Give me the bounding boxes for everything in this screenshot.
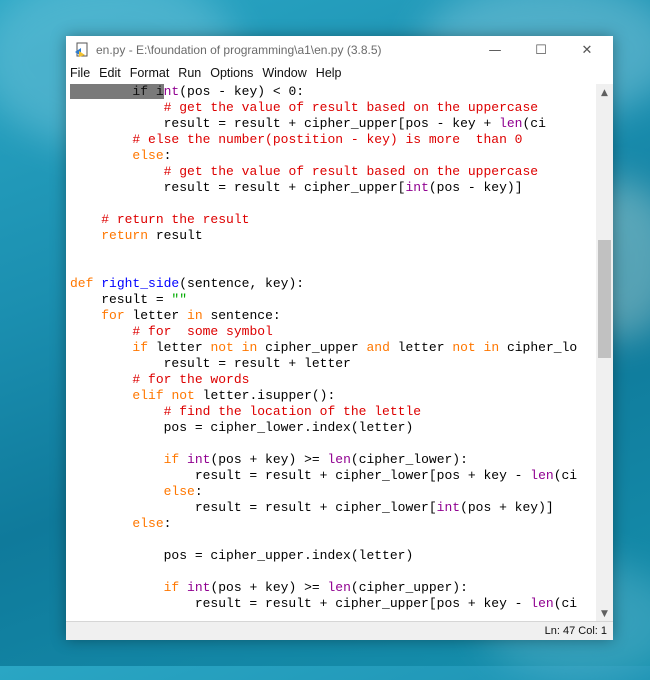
code-line[interactable]: result = result + cipher_lower[pos + key… <box>66 468 596 484</box>
idle-editor-window: en.py - E:\foundation of programming\a1\… <box>66 36 613 640</box>
code-line[interactable] <box>66 260 596 276</box>
code-line[interactable]: # get the value of result based on the u… <box>66 100 596 116</box>
window-title: en.py - E:\foundation of programming\a1\… <box>96 43 382 57</box>
menu-bar: File Edit Format Run Options Window Help <box>66 64 613 82</box>
code-line[interactable]: result = result + cipher_upper[int(pos -… <box>66 180 596 196</box>
scroll-thumb[interactable] <box>598 240 611 358</box>
code-line[interactable]: result = result + cipher_upper[pos - key… <box>66 116 596 132</box>
code-line[interactable] <box>66 196 596 212</box>
menu-help[interactable]: Help <box>316 66 342 80</box>
code-line[interactable]: else: <box>66 516 596 532</box>
code-line[interactable]: # for the words <box>66 372 596 388</box>
vertical-scrollbar[interactable]: ▲ ▼ <box>596 84 613 622</box>
code-line[interactable]: pos = cipher_lower.index(letter) <box>66 420 596 436</box>
minimize-button[interactable]: — <box>473 36 517 64</box>
code-line[interactable] <box>66 436 596 452</box>
code-line[interactable]: result = result + letter <box>66 356 596 372</box>
code-line[interactable]: if int(pos - key) < 0: <box>66 84 596 100</box>
scroll-down-arrow-icon[interactable]: ▼ <box>596 605 613 622</box>
code-line[interactable]: pos = cipher_upper.index(letter) <box>66 548 596 564</box>
code-line[interactable]: result = "" <box>66 292 596 308</box>
code-editor[interactable]: if int(pos - key) < 0: # get the value o… <box>66 84 613 622</box>
code-line[interactable]: else: <box>66 148 596 164</box>
code-line[interactable]: return result <box>66 228 596 244</box>
code-line[interactable]: # for some symbol <box>66 324 596 340</box>
code-line[interactable]: result = result + cipher_lower[int(pos +… <box>66 500 596 516</box>
scroll-up-arrow-icon[interactable]: ▲ <box>596 84 613 101</box>
code-line[interactable]: def right_side(sentence, key): <box>66 276 596 292</box>
menu-run[interactable]: Run <box>178 66 201 80</box>
status-bar: Ln: 47 Col: 1 <box>66 621 613 640</box>
code-line[interactable]: # find the location of the lettle <box>66 404 596 420</box>
code-line[interactable] <box>66 532 596 548</box>
code-line[interactable]: # else the number(postition - key) is mo… <box>66 132 596 148</box>
code-line[interactable]: result = result + cipher_upper[pos + key… <box>66 596 596 612</box>
cursor-position: Ln: 47 Col: 1 <box>544 625 607 637</box>
title-bar[interactable]: en.py - E:\foundation of programming\a1\… <box>66 36 613 64</box>
code-line[interactable]: # return the result <box>66 212 596 228</box>
code-line[interactable]: # get the value of result based on the u… <box>66 164 596 180</box>
code-line[interactable]: else: <box>66 484 596 500</box>
python-file-icon <box>74 42 90 58</box>
code-line[interactable]: if int(pos + key) >= len(cipher_lower): <box>66 452 596 468</box>
code-line[interactable] <box>66 564 596 580</box>
menu-edit[interactable]: Edit <box>99 66 121 80</box>
menu-file[interactable]: File <box>70 66 90 80</box>
code-line[interactable]: for letter in sentence: <box>66 308 596 324</box>
code-text-area[interactable]: if int(pos - key) < 0: # get the value o… <box>66 84 596 622</box>
maximize-button[interactable]: ☐ <box>519 36 563 64</box>
close-button[interactable]: ✕ <box>565 36 609 64</box>
menu-options[interactable]: Options <box>210 66 253 80</box>
code-line[interactable]: if int(pos + key) >= len(cipher_upper): <box>66 580 596 596</box>
code-line[interactable] <box>66 244 596 260</box>
code-line[interactable]: elif not letter.isupper(): <box>66 388 596 404</box>
menu-format[interactable]: Format <box>130 66 170 80</box>
code-line[interactable]: if letter not in cipher_upper and letter… <box>66 340 596 356</box>
menu-window[interactable]: Window <box>262 66 306 80</box>
